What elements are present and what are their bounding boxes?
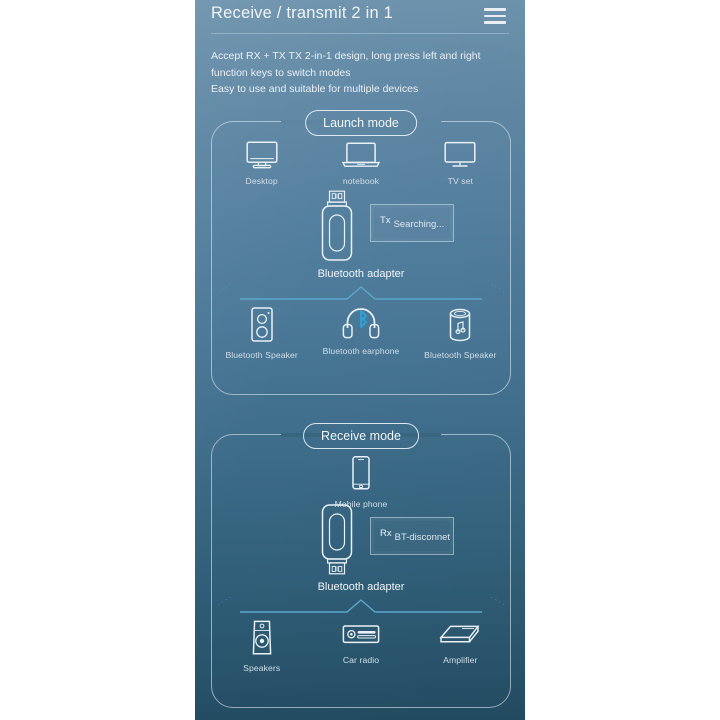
device-car-radio: Car radio xyxy=(311,619,410,673)
receive-mode-tag: Rx xyxy=(380,528,392,539)
launch-mode-tag: Tx xyxy=(380,215,391,226)
description-line-1: Accept RX + TX TX 2-in-1 design, long pr… xyxy=(211,50,481,62)
device-caption: Car radio xyxy=(342,655,380,665)
tv-icon xyxy=(444,141,476,167)
header: Receive / transmit 2 in 1 Accept RX + TX… xyxy=(195,0,525,104)
device-caption: Desktop xyxy=(245,176,278,186)
usb-bluetooth-adapter-icon-flipped xyxy=(321,504,353,575)
receive-mode-label: Receive mode xyxy=(303,422,419,449)
description-line-3: Easy to use and suitable for multiple de… xyxy=(211,83,419,95)
launch-adapter-name: Bluetooth adapter xyxy=(317,268,405,280)
device-notebook: notebook xyxy=(311,140,410,186)
mobile-phone-icon xyxy=(352,456,370,490)
receive-adapter-block: Rx BT-disconnet xyxy=(212,503,510,593)
launch-mode-label: Launch mode xyxy=(305,109,417,136)
receive-status-text: BT-disconnet xyxy=(394,532,451,543)
bluetooth-headphones-icon xyxy=(342,308,380,339)
device-bluetooth-speaker-box: Bluetooth Speaker xyxy=(212,306,311,360)
device-amplifier: Amplifier xyxy=(411,619,510,673)
car-stereo-icon xyxy=(342,625,380,644)
device-mobile-phone: Mobile phone xyxy=(212,455,510,509)
device-caption: Bluetooth earphone xyxy=(322,346,400,356)
launch-adapter-block: Tx Searching... xyxy=(212,190,510,280)
menu-bar-3 xyxy=(484,21,506,24)
menu-bar-2 xyxy=(484,14,506,18)
laptop-icon xyxy=(341,142,381,167)
launch-mode-card: Launch mode Desktop notebook TV set Tx S… xyxy=(211,109,511,395)
receive-mode-card: Receive mode Mobile phone Rx BT-disconne… xyxy=(211,422,511,708)
device-speakers: Speakers xyxy=(212,619,311,673)
info-panel: Receive / transmit 2 in 1 Accept RX + TX… xyxy=(195,0,525,720)
header-description: Accept RX + TX TX 2-in-1 design, long pr… xyxy=(211,48,511,98)
receive-status-box: Rx BT-disconnet xyxy=(370,517,454,555)
device-caption: Amplifier xyxy=(443,655,478,665)
device-caption: Bluetooth Speaker xyxy=(424,350,497,360)
receive-top-device-row: Mobile phone xyxy=(212,455,510,509)
receive-connector-line xyxy=(217,597,505,613)
device-bluetooth-speaker-cylinder: Bluetooth Speaker xyxy=(411,306,510,360)
desktop-monitor-icon xyxy=(246,141,278,169)
receive-adapter-name: Bluetooth adapter xyxy=(317,581,405,593)
launch-top-device-row: Desktop notebook TV set xyxy=(212,140,510,186)
device-caption: TV set xyxy=(447,176,474,186)
product-infographic: Receive / transmit 2 in 1 Accept RX + TX… xyxy=(0,0,720,720)
bluetooth-glyph xyxy=(359,309,368,329)
launch-connector-line xyxy=(217,284,505,300)
description-line-2: function keys to switch modes xyxy=(211,66,351,79)
launch-bottom-device-row: Bluetooth Speaker Bluetooth earphone Blu… xyxy=(212,306,510,360)
amplifier-box-icon xyxy=(439,625,480,643)
device-desktop: Desktop xyxy=(212,140,311,186)
launch-status-text: Searching... xyxy=(393,219,445,230)
box-speaker-icon xyxy=(250,307,273,342)
device-caption: Bluetooth Speaker xyxy=(225,350,298,360)
hamburger-menu-icon[interactable] xyxy=(484,8,506,24)
receive-bottom-device-row: Speakers Car radio Amplifier xyxy=(212,619,510,673)
page-title: Receive / transmit 2 in 1 xyxy=(211,4,393,22)
device-tv-set: TV set xyxy=(411,140,510,186)
cylinder-speaker-icon xyxy=(450,308,471,342)
device-bluetooth-earphone: Bluetooth earphone xyxy=(311,306,410,360)
device-caption: Speakers xyxy=(243,663,281,673)
studio-speaker-icon xyxy=(252,620,272,655)
usb-bluetooth-adapter-icon xyxy=(321,190,353,261)
device-caption: notebook xyxy=(342,176,380,186)
launch-status-box: Tx Searching... xyxy=(370,204,454,242)
menu-bar-1 xyxy=(484,8,506,11)
header-divider xyxy=(211,33,509,34)
